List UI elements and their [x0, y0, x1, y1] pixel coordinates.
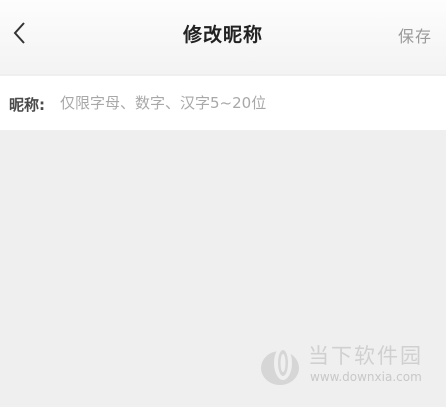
watermark-logo-icon: [261, 346, 299, 385]
watermark-name: 当下软件园: [308, 344, 423, 368]
page-title: 修改昵称: [182, 24, 263, 46]
watermark-url: www.downxia.com: [310, 370, 422, 384]
nickname-label: 昵称:: [9, 96, 45, 114]
watermark: 当下软件园 www.downxia.com: [258, 338, 438, 390]
nickname-input[interactable]: [60, 88, 432, 118]
nav-header: 修改昵称 保存: [0, 0, 446, 74]
screen: 修改昵称 保存 昵称: 当下软件园 www.downxia.com: [0, 0, 446, 407]
save-button[interactable]: 保存: [398, 23, 432, 47]
nickname-row: 昵称:: [0, 76, 446, 130]
